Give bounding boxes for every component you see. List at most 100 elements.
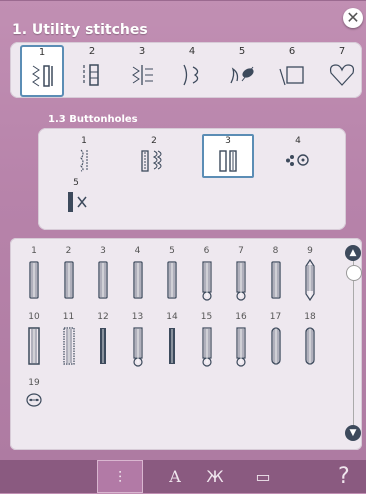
stitch-item[interactable]: 8 (260, 246, 292, 308)
category-1[interactable]: 1 (20, 45, 64, 97)
buttonhole-type-5[interactable]: 5 (52, 178, 100, 218)
stitch-number: 19 (28, 378, 40, 388)
button-sewing-icon (286, 154, 309, 166)
overlock-stitch-icon (132, 65, 153, 85)
category-bar: 1 2 3 4 5 6 7 (10, 42, 362, 98)
stitch-item[interactable]: 14 (156, 312, 188, 374)
subcategory-title: 1.3 Buttonholes (48, 114, 138, 125)
buttonhole-2-icon (141, 150, 162, 172)
stitch-item[interactable]: 9 (294, 246, 326, 308)
stitch-number: 12 (97, 312, 109, 322)
stitch-item[interactable]: 19 (18, 378, 50, 440)
stitch-number: 11 (62, 312, 75, 322)
category-number: 1 (38, 47, 46, 58)
buttonhole-type-3[interactable]: 3 (202, 134, 254, 178)
category-5[interactable]: 5 (222, 46, 262, 94)
help-icon: ? (338, 464, 350, 489)
category-number: 3 (138, 46, 146, 57)
stitch-number: 15 (200, 312, 213, 322)
stitch-item[interactable]: 4 (122, 246, 154, 308)
embroidery-tab[interactable]: Ж (192, 460, 238, 493)
stitch-item[interactable]: 10 (18, 312, 50, 374)
decorative-stitch-icon (230, 66, 254, 84)
category-6[interactable]: 6 (272, 46, 312, 94)
stitch-item[interactable]: 18 (294, 312, 326, 374)
buttonhole-type-2[interactable]: 2 (130, 136, 178, 176)
stitch-number: 5 (169, 246, 175, 256)
category-2[interactable]: 2 (72, 46, 112, 94)
category-number: 7 (338, 46, 346, 57)
help-button[interactable]: ? (338, 463, 350, 491)
stitch-number: 4 (134, 246, 141, 256)
scrollbar-track[interactable] (353, 260, 354, 430)
category-number: 2 (88, 46, 96, 57)
buttonhole-stitch-icon (26, 393, 42, 407)
buttonhole-stitch-icon (305, 327, 315, 365)
stitch-item[interactable]: 13 (122, 312, 154, 374)
font-icon: A (169, 467, 181, 486)
scrollbar-thumb[interactable] (346, 265, 362, 281)
stitch-number: 3 (100, 246, 106, 256)
stitch-number: 1 (31, 246, 37, 256)
stitch-number: 14 (166, 312, 178, 322)
buttonhole-3-icon (219, 150, 237, 172)
stitch-number: 6 (203, 246, 210, 256)
straight-stitch-icon (32, 65, 53, 87)
buttonhole-stitch-icon (270, 261, 281, 299)
stitch-item[interactable]: 11 (53, 312, 85, 374)
scroll-up-button[interactable]: ▲ (345, 245, 361, 261)
stitch-item[interactable]: 6 (191, 246, 223, 308)
buttonhole-type-4[interactable]: 4 (274, 136, 322, 176)
stitch-menu-tab[interactable]: ⫶ (97, 460, 143, 493)
stitch-item[interactable]: 1 (18, 246, 50, 308)
stitch-item[interactable]: 2 (53, 246, 85, 308)
subcategory-number: 2 (151, 136, 157, 146)
stitch-item[interactable]: 5 (156, 246, 188, 308)
close-icon: ✕ (346, 8, 360, 27)
category-number: 6 (288, 46, 296, 57)
stitch-number: 2 (65, 246, 72, 256)
buttonhole-type-1[interactable]: 1 (60, 136, 108, 176)
scroll-down-button[interactable]: ▼ (345, 425, 361, 441)
buttonhole-stitch-icon (29, 261, 39, 299)
buttonhole-stitch-icon (98, 261, 108, 299)
top-edge (0, 0, 366, 1)
subcategory-number: 3 (225, 136, 231, 146)
stitch-number: 13 (131, 312, 144, 322)
buttonhole-stitch-icon (100, 328, 106, 364)
close-button[interactable]: ✕ (343, 8, 363, 28)
subcategory-panel: 1 2 3 4 5 (38, 128, 346, 230)
buttonhole-stitch-icon (132, 327, 143, 367)
stitch-number: 7 (238, 246, 244, 256)
heart-icon (329, 64, 355, 86)
buttonhole-stitch-icon (201, 261, 212, 301)
zigzag-stitch-icon (83, 64, 99, 86)
buttonhole-stitch-icon (63, 261, 74, 299)
category-number: 5 (238, 46, 246, 57)
category-number: 4 (188, 46, 196, 57)
stitch-item[interactable]: 17 (260, 312, 292, 374)
stitch-number: 16 (235, 312, 247, 322)
butterfly-icon: Ж (206, 467, 224, 486)
stitch-number: 10 (28, 312, 40, 322)
stitch-menu-icon: ⫶ (117, 468, 122, 487)
buttonhole-stitch-icon (28, 327, 40, 365)
file-manager-tab[interactable]: ▭ (240, 460, 286, 493)
category-4[interactable]: 4 (172, 46, 212, 94)
stitch-item[interactable]: 16 (225, 312, 257, 374)
stitch-item[interactable]: 12 (87, 312, 119, 374)
buttonhole-stitch-icon (201, 327, 212, 367)
buttonhole-stitch-icon (169, 328, 175, 364)
folder-icon: ▭ (255, 467, 271, 486)
category-7[interactable]: 7 (322, 46, 362, 94)
stitch-number: 9 (307, 246, 313, 256)
stitch-item[interactable]: 7 (225, 246, 257, 308)
frame-stitch-icon (279, 66, 304, 86)
buttonhole-stitch-icon (236, 261, 246, 301)
category-3[interactable]: 3 (122, 46, 162, 94)
page-title: 1. Utility stitches (12, 22, 148, 38)
buttonhole-stitch-icon (236, 327, 246, 367)
subcategory-number: 1 (81, 136, 87, 146)
stitch-item[interactable]: 3 (87, 246, 119, 308)
stitch-item[interactable]: 15 (191, 312, 223, 374)
